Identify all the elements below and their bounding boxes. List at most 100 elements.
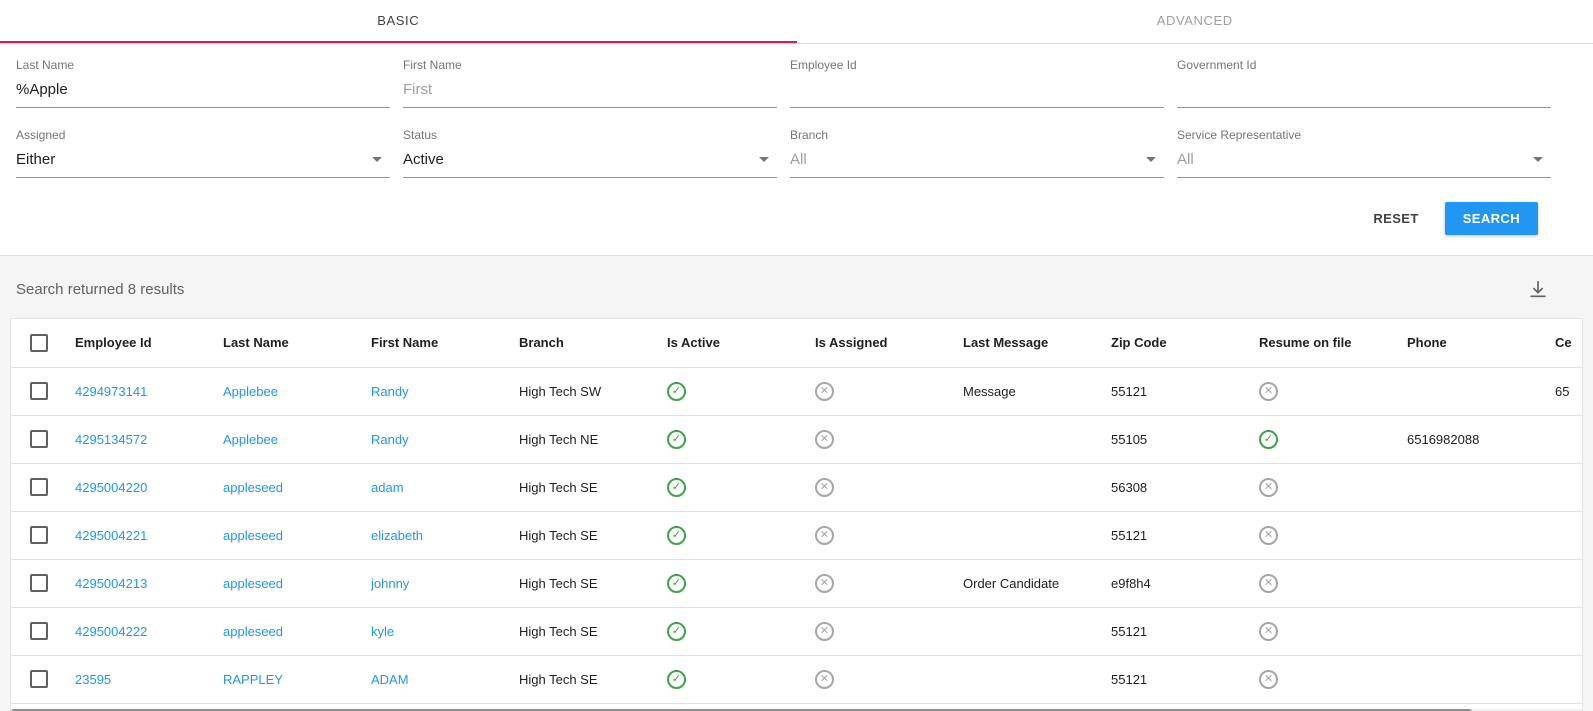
last-name-label: Last Name xyxy=(16,58,75,72)
row-checkbox[interactable] xyxy=(30,382,48,400)
service-representative-field: Service Representative All xyxy=(1177,128,1551,178)
cell-select xyxy=(11,559,75,608)
cell-last_name: Applebee xyxy=(223,367,371,416)
download-icon[interactable] xyxy=(1527,278,1549,300)
cell-phone xyxy=(1407,367,1555,416)
column-header-first_name: First Name xyxy=(371,319,519,368)
tab-basic[interactable]: BASIC xyxy=(0,0,797,43)
x-circle-icon: ✕ xyxy=(815,669,834,689)
cell-resume_on_file: ✓ xyxy=(1259,415,1407,464)
table-header-row: Employee Id Last Name First Name Branch Is A… xyxy=(11,319,1582,368)
first-name-input[interactable] xyxy=(403,78,777,108)
branch-select[interactable]: All xyxy=(790,148,1164,178)
cell-branch: High Tech SE xyxy=(519,607,667,656)
service-representative-select[interactable]: All xyxy=(1177,148,1551,178)
cell-last_message: Message xyxy=(963,367,1111,416)
cell-link-first_name[interactable]: kyle xyxy=(371,624,394,639)
x-circle-icon: ✕ xyxy=(815,381,834,401)
cell-link-last_name[interactable]: appleseed xyxy=(223,528,283,543)
cell-is_assigned: ✕ xyxy=(815,607,963,656)
x-circle-icon: ✕ xyxy=(1259,525,1278,545)
reset-button[interactable]: RESET xyxy=(1373,211,1418,226)
cell-is_assigned: ✕ xyxy=(815,415,963,464)
cell-link-last_name[interactable]: Applebee xyxy=(223,432,278,447)
cell-branch: High Tech SE xyxy=(519,463,667,512)
cell-link-first_name[interactable]: elizabeth xyxy=(371,528,423,543)
service-representative-select-value: All xyxy=(1177,151,1194,168)
cell-select xyxy=(11,367,75,416)
cell-cell xyxy=(1555,655,1582,704)
cell-cell: 65 xyxy=(1555,367,1582,416)
tab-advanced-label: ADVANCED xyxy=(1156,13,1233,28)
row-checkbox[interactable] xyxy=(30,430,48,448)
cell-is_active: ✓ xyxy=(667,655,815,704)
column-header-cell: Ce xyxy=(1555,319,1582,368)
x-circle-icon: ✕ xyxy=(815,573,834,593)
cell-link-first_name[interactable]: ADAM xyxy=(371,672,409,687)
cell-employee_id: 4295004220 xyxy=(75,463,223,512)
column-header-is_active: Is Active xyxy=(667,319,815,368)
cell-link-employee_id[interactable]: 4295004213 xyxy=(75,576,147,591)
row-checkbox[interactable] xyxy=(30,622,48,640)
table-row: 4295004222 appleseed kyle High Tech SE ✓ ✕ 551… xyxy=(11,607,1582,656)
assigned-field: Assigned Either xyxy=(16,128,390,178)
cell-link-employee_id[interactable]: 4295004222 xyxy=(75,624,147,639)
cell-last_message xyxy=(963,463,1111,512)
employee-id-label: Employee Id xyxy=(790,58,857,72)
cell-employee_id: 4295004222 xyxy=(75,607,223,656)
tab-advanced[interactable]: ADVANCED xyxy=(797,0,1593,43)
table-row: 4294973141 Applebee Randy High Tech SW ✓ ✕ Mes… xyxy=(11,367,1582,416)
cell-branch: High Tech SE xyxy=(519,559,667,608)
check-circle-icon: ✓ xyxy=(667,429,686,449)
cell-phone xyxy=(1407,607,1555,656)
cell-link-last_name[interactable]: Applebee xyxy=(223,384,278,399)
cell-branch: High Tech SE xyxy=(519,655,667,704)
cell-link-last_name[interactable]: appleseed xyxy=(223,576,283,591)
cell-select xyxy=(11,511,75,560)
cell-first_name: johnny xyxy=(371,559,519,608)
row-checkbox[interactable] xyxy=(30,478,48,496)
chevron-down-icon xyxy=(759,157,769,162)
cell-first_name: adam xyxy=(371,463,519,512)
cell-first_name: Randy xyxy=(371,415,519,464)
cell-link-employee_id[interactable]: 4295004221 xyxy=(75,528,147,543)
search-button[interactable]: SEARCH xyxy=(1444,202,1538,235)
x-circle-icon: ✕ xyxy=(815,429,834,449)
cell-link-employee_id[interactable]: 4295134572 xyxy=(75,432,147,447)
cell-link-employee_id[interactable]: 4294973141 xyxy=(75,384,147,399)
cell-last_name: appleseed xyxy=(223,511,371,560)
cell-link-first_name[interactable]: adam xyxy=(371,480,404,495)
cell-link-employee_id[interactable]: 4295004220 xyxy=(75,480,147,495)
assigned-select[interactable]: Either xyxy=(16,148,390,178)
column-header-branch: Branch xyxy=(519,319,667,368)
cell-link-last_name[interactable]: RAPPLEY xyxy=(223,672,283,687)
last-name-input[interactable] xyxy=(16,78,390,108)
cell-link-last_name[interactable]: appleseed xyxy=(223,480,283,495)
cell-last_message: Order Candidate xyxy=(963,559,1111,608)
cell-select xyxy=(11,415,75,464)
government-id-input[interactable] xyxy=(1177,78,1551,108)
status-select[interactable]: Active xyxy=(403,148,777,178)
row-checkbox[interactable] xyxy=(30,574,48,592)
check-circle-icon: ✓ xyxy=(667,477,686,497)
cell-link-first_name[interactable]: Randy xyxy=(371,384,409,399)
x-circle-icon: ✕ xyxy=(1259,621,1278,641)
check-circle-icon: ✓ xyxy=(1259,429,1278,449)
cell-last_name: appleseed xyxy=(223,607,371,656)
cell-resume_on_file: ✕ xyxy=(1259,367,1407,416)
select-all-checkbox[interactable] xyxy=(30,333,48,352)
row-checkbox[interactable] xyxy=(30,670,48,688)
assigned-select-value: Either xyxy=(16,151,56,168)
cell-link-first_name[interactable]: johnny xyxy=(371,576,409,591)
results-table: Employee Id Last Name First Name Branch Is A… xyxy=(11,319,1582,704)
cell-link-last_name[interactable]: appleseed xyxy=(223,624,283,639)
status-label: Status xyxy=(403,128,438,142)
cell-employee_id: 4295004221 xyxy=(75,511,223,560)
cell-link-employee_id[interactable]: 23595 xyxy=(75,672,111,687)
cell-is_assigned: ✕ xyxy=(815,367,963,416)
cell-link-first_name[interactable]: Randy xyxy=(371,432,409,447)
first-name-label: First Name xyxy=(403,58,462,72)
x-circle-icon: ✕ xyxy=(1259,477,1278,497)
row-checkbox[interactable] xyxy=(30,526,48,544)
employee-id-input[interactable] xyxy=(790,78,1164,108)
